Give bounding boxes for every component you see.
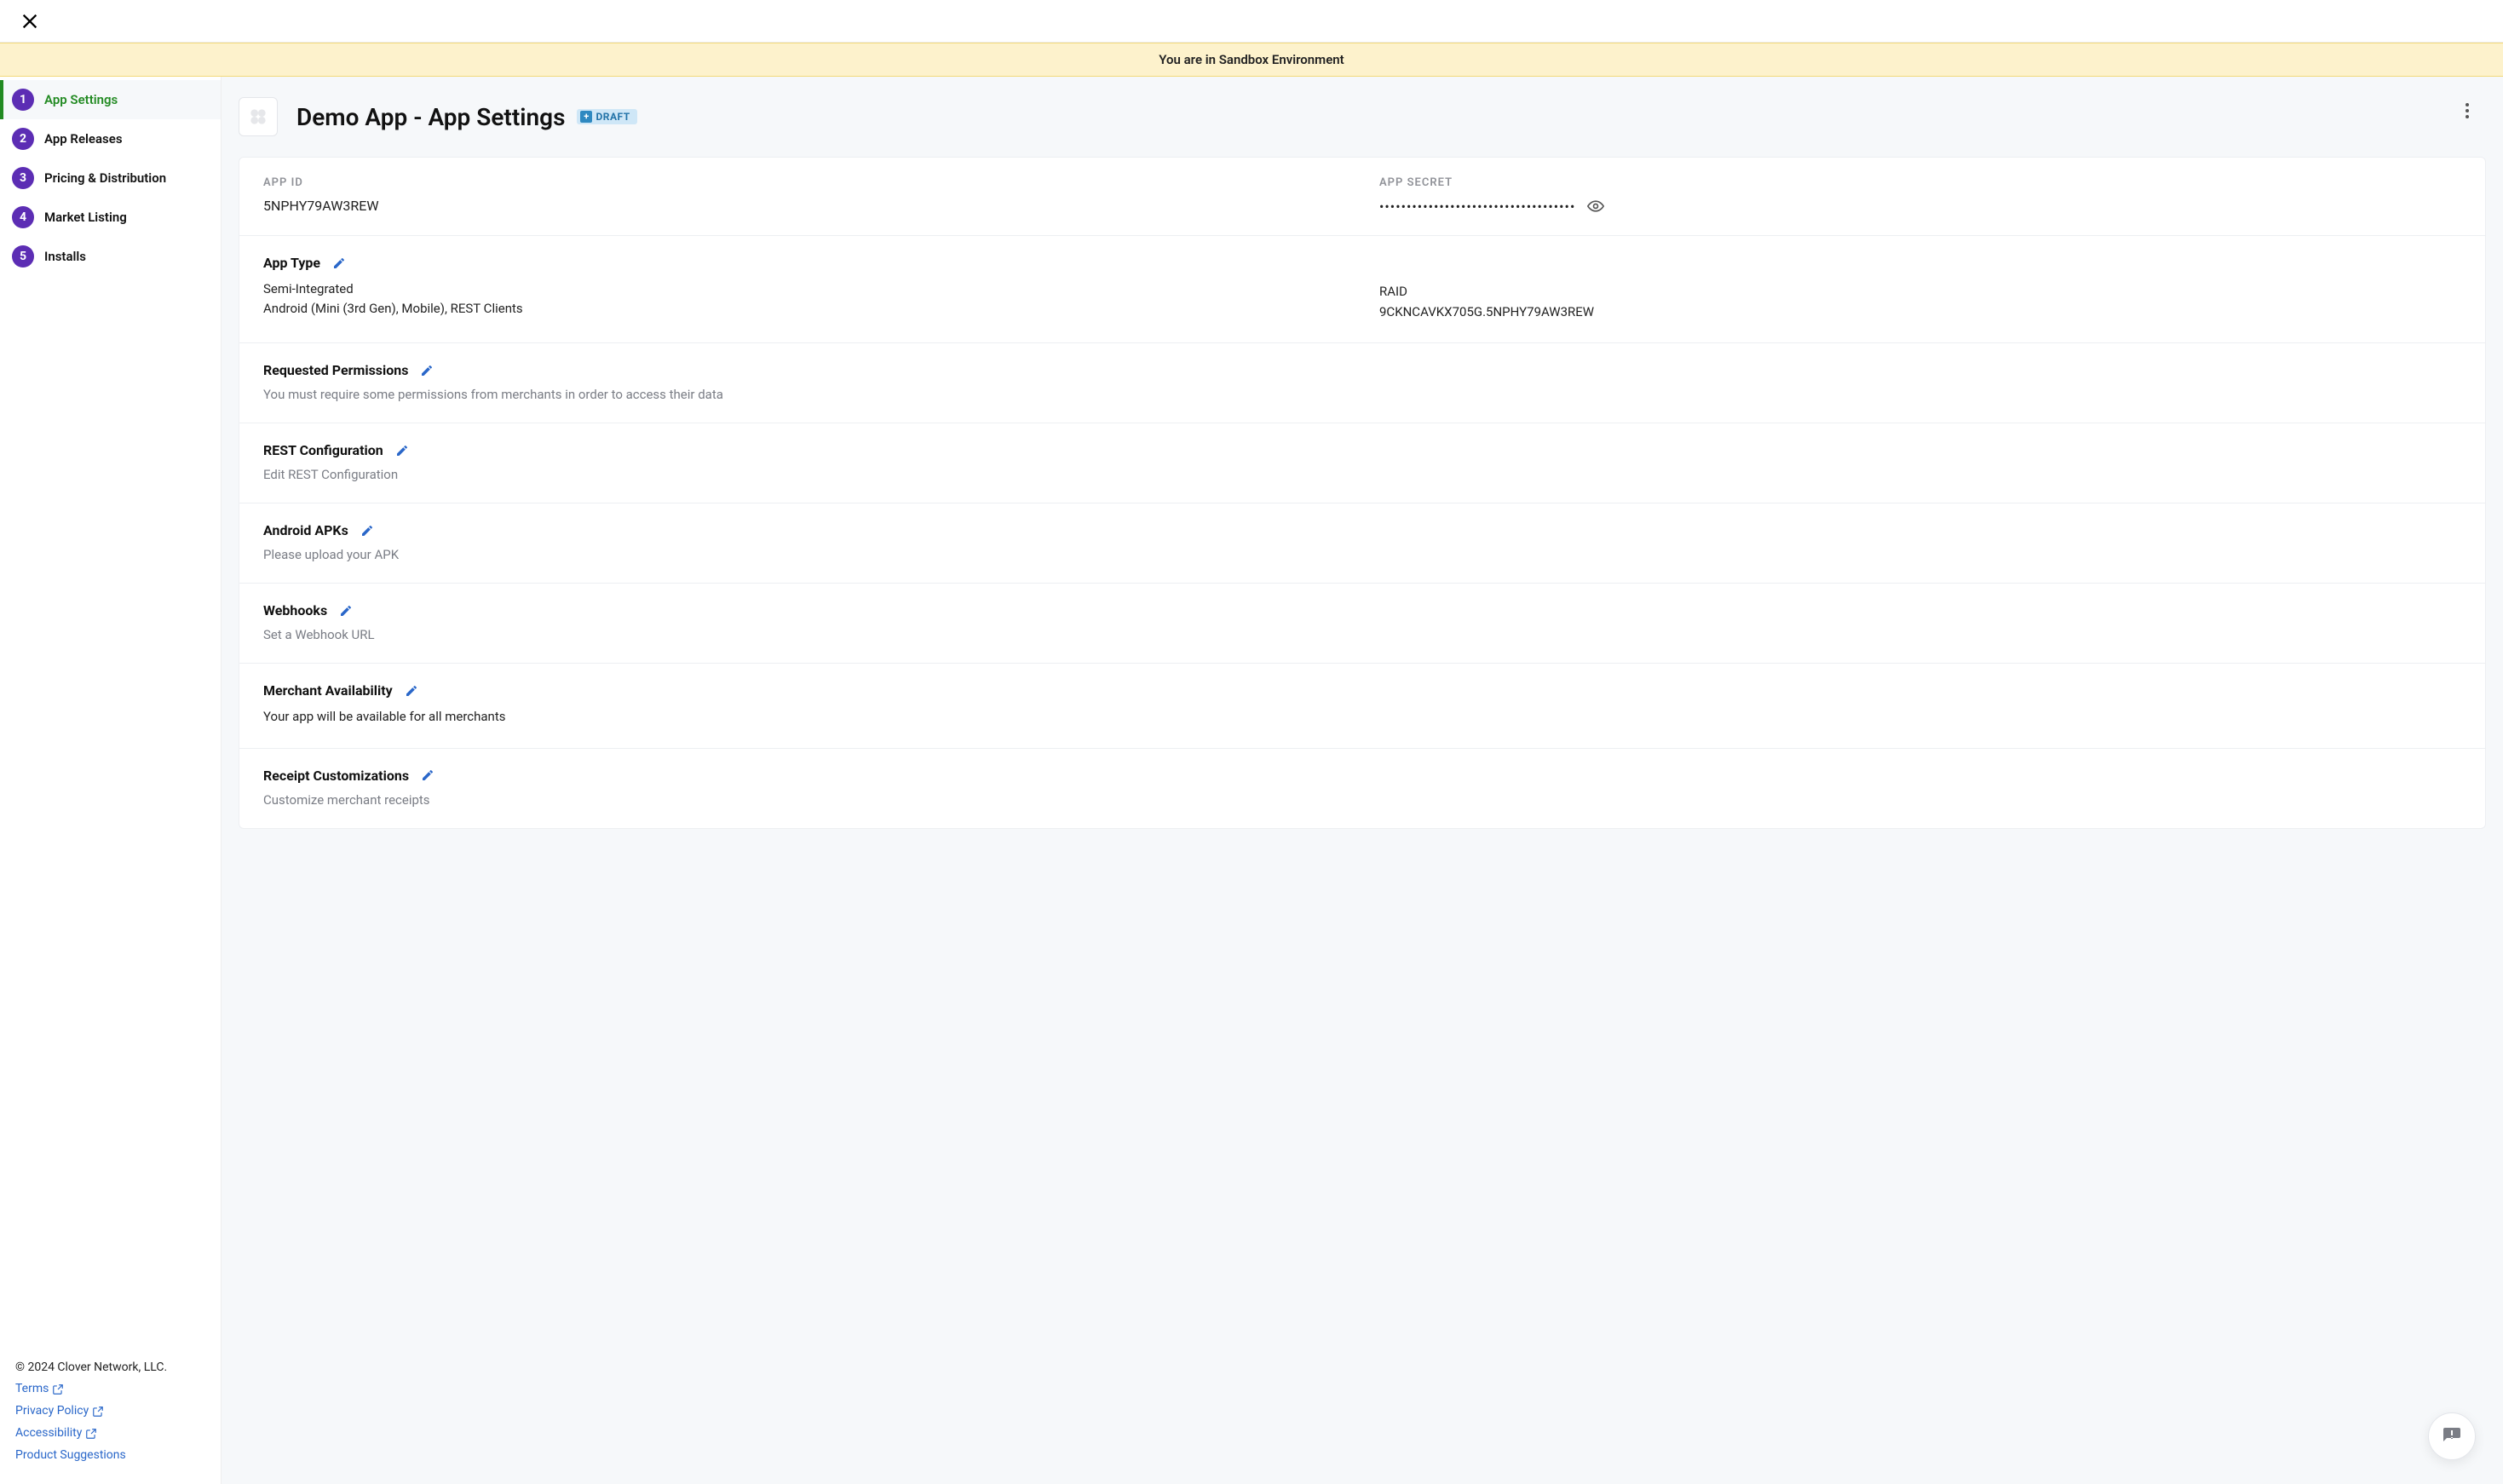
section-apks: Android APKs Please upload your APK bbox=[239, 503, 2485, 584]
section-title: Webhooks bbox=[263, 602, 327, 618]
app-icon bbox=[239, 97, 278, 136]
raid-label: RAID bbox=[1379, 284, 2461, 299]
page-title: Demo App - App Settings bbox=[296, 103, 565, 131]
sidebar-nav: 1 App Settings 2 App Releases 3 Pricing … bbox=[0, 77, 221, 1347]
app-id-value: 5NPHY79AW3REW bbox=[263, 198, 1345, 214]
section-receipts: Receipt Customizations Customize merchan… bbox=[239, 749, 2485, 828]
footer-link-terms[interactable]: Terms bbox=[15, 1378, 64, 1401]
app-secret-value: •••••••••••••••••••••••••••••••••••• bbox=[1379, 198, 1575, 215]
edit-apks-button[interactable] bbox=[360, 524, 374, 538]
edit-receipts-button[interactable] bbox=[421, 768, 434, 782]
section-title: REST Configuration bbox=[263, 442, 383, 458]
step-badge: 1 bbox=[12, 89, 34, 111]
status-badge-label: DRAFT bbox=[596, 111, 630, 123]
more-actions-button[interactable] bbox=[2457, 101, 2477, 121]
sidebar: 1 App Settings 2 App Releases 3 Pricing … bbox=[0, 77, 222, 1484]
edit-webhooks-button[interactable] bbox=[339, 604, 353, 618]
sidebar-item-pricing[interactable]: 3 Pricing & Distribution bbox=[0, 158, 221, 198]
app-id-label: APP ID bbox=[263, 176, 1345, 189]
apks-desc: Please upload your APK bbox=[263, 547, 2461, 562]
section-title: Requested Permissions bbox=[263, 362, 408, 378]
footer-link-label: Terms bbox=[15, 1378, 49, 1401]
app-secret-label: APP SECRET bbox=[1379, 176, 2461, 189]
section-app-credentials: APP ID 5NPHY79AW3REW APP SECRET ••••••••… bbox=[239, 158, 2485, 236]
settings-card: APP ID 5NPHY79AW3REW APP SECRET ••••••••… bbox=[239, 157, 2486, 829]
sidebar-footer: © 2024 Clover Network, LLC. Terms Privac… bbox=[0, 1347, 221, 1484]
close-icon[interactable] bbox=[20, 12, 39, 31]
sidebar-item-app-releases[interactable]: 2 App Releases bbox=[0, 119, 221, 158]
external-link-icon bbox=[52, 1383, 64, 1395]
plus-icon: + bbox=[580, 111, 592, 123]
clover-icon bbox=[247, 106, 269, 128]
sidebar-item-label: App Settings bbox=[44, 92, 118, 107]
page-header: Demo App - App Settings + DRAFT bbox=[222, 77, 2503, 157]
sidebar-item-app-settings[interactable]: 1 App Settings bbox=[0, 80, 221, 119]
app-type-line1: Semi-Integrated bbox=[263, 279, 1345, 299]
edit-permissions-button[interactable] bbox=[420, 364, 434, 377]
page-title-wrap: Demo App - App Settings + DRAFT bbox=[296, 103, 637, 131]
copyright: © 2024 Clover Network, LLC. bbox=[15, 1357, 205, 1379]
main: Demo App - App Settings + DRAFT APP ID 5… bbox=[222, 77, 2503, 1484]
section-title: Receipt Customizations bbox=[263, 768, 409, 784]
feedback-button[interactable] bbox=[2428, 1412, 2476, 1460]
reveal-secret-button[interactable] bbox=[1587, 198, 1604, 215]
app-type-line2: Android (Mini (3rd Gen), Mobile), REST C… bbox=[263, 299, 1345, 319]
step-badge: 5 bbox=[12, 245, 34, 267]
edit-rest-button[interactable] bbox=[395, 444, 409, 457]
sandbox-banner: You are in Sandbox Environment bbox=[0, 43, 2503, 77]
status-badge: + DRAFT bbox=[577, 109, 636, 124]
section-title: App Type bbox=[263, 255, 320, 271]
step-badge: 4 bbox=[12, 206, 34, 228]
edit-availability-button[interactable] bbox=[405, 684, 418, 698]
feedback-icon bbox=[2442, 1426, 2462, 1447]
section-title: Merchant Availability bbox=[263, 682, 393, 699]
receipts-desc: Customize merchant receipts bbox=[263, 792, 2461, 808]
top-bar bbox=[0, 0, 2503, 43]
raid-value: 9CKNCAVKX705G.5NPHY79AW3REW bbox=[1379, 302, 2461, 322]
section-title: Android APKs bbox=[263, 522, 348, 538]
sidebar-item-label: Market Listing bbox=[44, 210, 127, 225]
step-badge: 3 bbox=[12, 167, 34, 189]
section-webhooks: Webhooks Set a Webhook URL bbox=[239, 584, 2485, 664]
footer-link-accessibility[interactable]: Accessibility bbox=[15, 1423, 97, 1445]
section-availability: Merchant Availability Your app will be a… bbox=[239, 664, 2485, 748]
sidebar-item-label: Installs bbox=[44, 249, 86, 264]
sidebar-item-label: Pricing & Distribution bbox=[44, 170, 166, 186]
external-link-icon bbox=[85, 1428, 97, 1440]
footer-link-privacy[interactable]: Privacy Policy bbox=[15, 1401, 104, 1423]
step-badge: 2 bbox=[12, 128, 34, 150]
footer-link-label: Product Suggestions bbox=[15, 1445, 126, 1467]
section-rest: REST Configuration Edit REST Configurati… bbox=[239, 423, 2485, 503]
edit-app-type-button[interactable] bbox=[332, 256, 346, 270]
section-app-type: App Type Semi-Integrated Android (Mini (… bbox=[239, 236, 2485, 343]
footer-link-label: Accessibility bbox=[15, 1423, 82, 1445]
availability-desc: Your app will be available for all merch… bbox=[263, 707, 2461, 727]
section-permissions: Requested Permissions You must require s… bbox=[239, 343, 2485, 423]
footer-link-label: Privacy Policy bbox=[15, 1401, 89, 1423]
shell: 1 App Settings 2 App Releases 3 Pricing … bbox=[0, 77, 2503, 1484]
sidebar-item-installs[interactable]: 5 Installs bbox=[0, 237, 221, 276]
permissions-desc: You must require some permissions from m… bbox=[263, 387, 2461, 402]
webhooks-desc: Set a Webhook URL bbox=[263, 627, 2461, 642]
footer-link-product-suggestions[interactable]: Product Suggestions bbox=[15, 1445, 126, 1467]
rest-desc: Edit REST Configuration bbox=[263, 467, 2461, 482]
sidebar-item-label: App Releases bbox=[44, 131, 123, 147]
sidebar-item-market-listing[interactable]: 4 Market Listing bbox=[0, 198, 221, 237]
external-link-icon bbox=[92, 1406, 104, 1418]
